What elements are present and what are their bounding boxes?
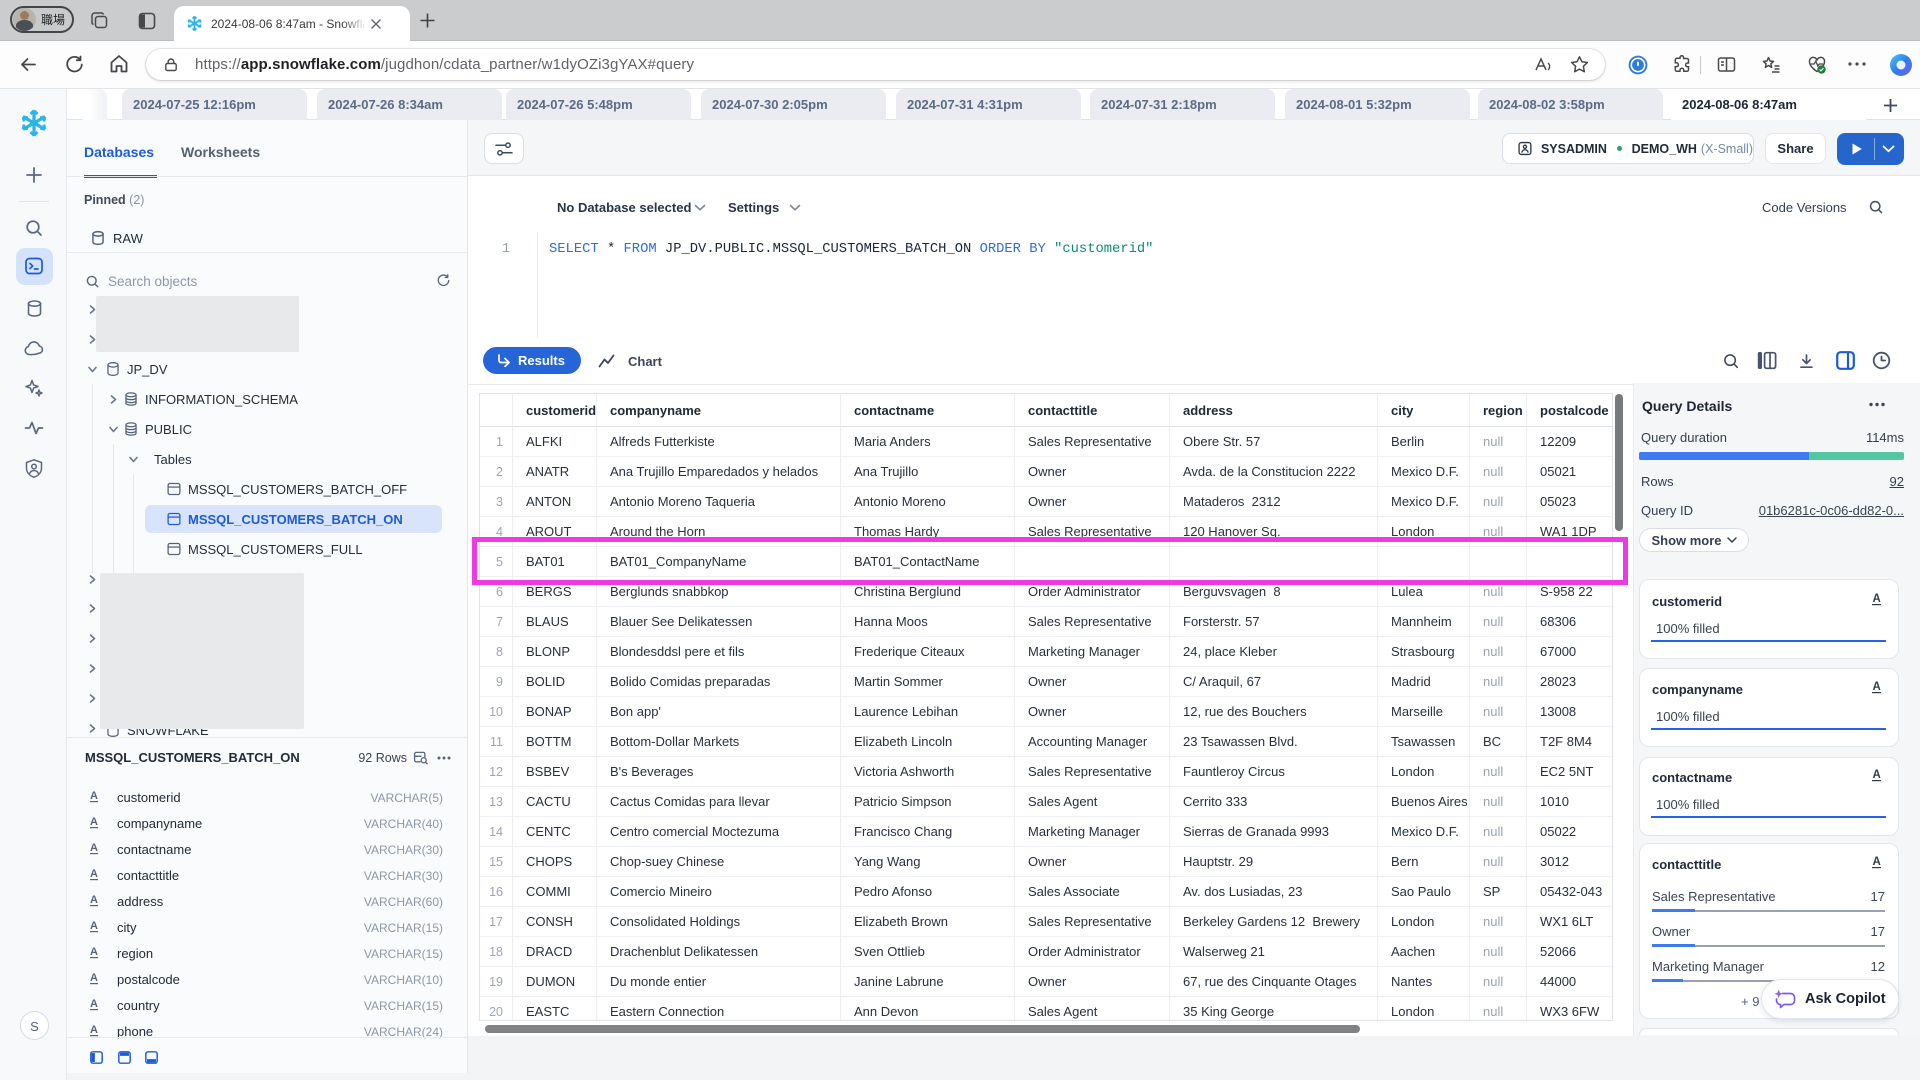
svg-text:A: A: [1873, 593, 1881, 605]
svg-text:A: A: [1873, 769, 1881, 781]
svg-text:A: A: [1873, 681, 1881, 693]
svg-text:A: A: [1873, 856, 1881, 868]
